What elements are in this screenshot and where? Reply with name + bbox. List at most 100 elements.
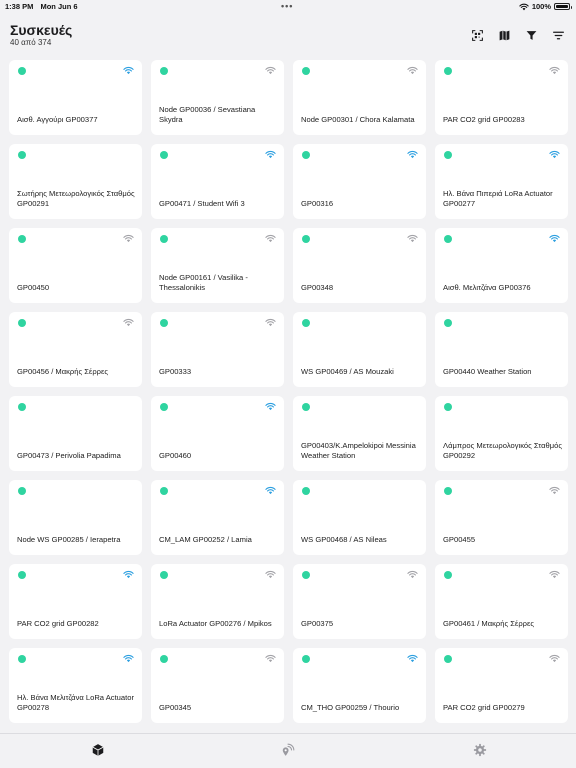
online-status-dot [18,403,26,411]
wifi-strong-icon [265,402,276,411]
qr-scan-icon [471,29,483,41]
device-card[interactable]: GP00403/Κ.Ampelokipoi Messinia Weather S… [293,396,426,471]
device-card[interactable]: GP00471 / Student Wifi 3 [151,144,284,219]
tab-settings[interactable] [473,743,487,757]
device-name: WS GP00468 / AS Nileas [301,535,387,544]
tab-locations[interactable] [281,743,295,757]
device-name: GP00375 [301,619,334,628]
device-name: PAR CO2 grid GP00283 [443,115,525,124]
device-card[interactable]: GP00333 [151,312,284,387]
device-card[interactable]: Node GP00301 / Chora Kalamata [293,60,426,135]
device-card[interactable]: GP00450 [9,228,142,303]
device-card[interactable]: GP00440 Weather Station [435,312,568,387]
device-card[interactable]: Λάμπρος Μετεωρολογικός Σταθμός GP00292 [435,396,568,471]
device-card[interactable]: GP00345 [151,648,284,723]
map-button[interactable] [496,27,512,43]
wifi-weak-icon [549,66,560,75]
device-card[interactable]: PAR CO2 grid GP00282 [9,564,142,639]
online-status-dot [444,151,452,159]
device-name: GP00473 / Perivolia Papadima [17,451,121,460]
online-status-dot [444,655,452,663]
page-title: Συσκευές [10,22,73,38]
online-status-dot [18,235,26,243]
device-name: GP00345 [159,703,192,712]
online-status-dot [160,655,168,663]
device-card[interactable]: PAR CO2 grid GP00283 [435,60,568,135]
device-name: Αισθ. Μελιτζάνα GP00376 [443,283,531,292]
device-card[interactable]: PAR CO2 grid GP00279 [435,648,568,723]
device-card[interactable]: GP00460 [151,396,284,471]
toolbar [469,27,566,43]
online-status-dot [160,151,168,159]
status-bar: 1:38 PM Mon Jun 6 ••• 100% [0,0,576,14]
online-status-dot [444,235,452,243]
device-name: GP00333 [159,367,192,376]
device-name: Ηλ. Βάνα Πιπεριά LoRa Actuator GP00277 [443,189,553,208]
device-card[interactable]: Ηλ. Βάνα Πιπεριά LoRa Actuator GP00277 [435,144,568,219]
online-status-dot [444,487,452,495]
device-card[interactable]: CM_LAM GP00252 / Lamia [151,480,284,555]
wifi-weak-icon [123,318,134,327]
device-name: Node GP00036 / Sevastiana Skydra [159,105,256,124]
device-grid: Αισθ. Αγγούρι GP00377 Node GP00036 / Seva… [9,60,568,733]
wifi-weak-icon [549,486,560,495]
online-status-dot [302,151,310,159]
tab-devices[interactable] [91,743,105,757]
online-status-dot [302,571,310,579]
wifi-strong-icon [265,150,276,159]
device-name: GP00456 / Μακρής Σέρρες [17,367,109,376]
online-status-dot [444,67,452,75]
wifi-strong-icon [407,150,418,159]
device-card[interactable]: Αισθ. Αγγούρι GP00377 [9,60,142,135]
status-date: Mon Jun 6 [40,2,78,11]
device-card[interactable]: GP00348 [293,228,426,303]
device-card[interactable]: GP00456 / Μακρής Σέρρες [9,312,142,387]
online-status-dot [18,151,26,159]
device-card[interactable]: GP00375 [293,564,426,639]
wifi-status-icon [519,3,529,10]
device-card[interactable]: WS GP00469 / AS Mouzaki [293,312,426,387]
device-name: Σωτήρης Μετεωρολογικός Σταθμός GP00291 [17,189,135,208]
filter-icon [526,30,536,40]
device-card[interactable]: WS GP00468 / AS Nileas [293,480,426,555]
online-status-dot [18,319,26,327]
wifi-strong-icon [549,150,560,159]
device-card[interactable]: Σωτήρης Μετεωρολογικός Σταθμός GP00291 [9,144,142,219]
battery-percent: 100% [531,2,551,11]
online-status-dot [160,487,168,495]
device-name: Node GP00301 / Chora Kalamata [301,115,415,124]
device-card[interactable]: GP00316 [293,144,426,219]
wifi-strong-icon [407,654,418,663]
location-signal-icon [282,743,295,756]
status-indicators: 100% [519,2,572,11]
online-status-dot [302,487,310,495]
device-card[interactable]: GP00455 [435,480,568,555]
device-card[interactable]: GP00461 / Μακρής Σέρρες [435,564,568,639]
status-time-date: 1:38 PM Mon Jun 6 [5,2,83,11]
device-card[interactable]: Αισθ. Μελιτζάνα GP00376 [435,228,568,303]
online-status-dot [160,67,168,75]
wifi-weak-icon [265,66,276,75]
sort-button[interactable] [550,27,566,43]
device-name: PAR CO2 grid GP00282 [17,619,99,628]
online-status-dot [302,319,310,327]
device-card[interactable]: LoRa Actuator GP00276 / Mpikos [151,564,284,639]
online-status-dot [18,571,26,579]
device-card[interactable]: Node GP00161 / Vasilika - Thessalonikis [151,228,284,303]
online-status-dot [302,235,310,243]
device-card[interactable]: CM_THO GP00259 / Thourio [293,648,426,723]
device-name: CM_THO GP00259 / Thourio [301,703,400,712]
device-name: GP00348 [301,283,334,292]
wifi-weak-icon [123,234,134,243]
device-card[interactable]: GP00473 / Perivolia Papadima [9,396,142,471]
multitasking-dots-icon[interactable]: ••• [281,1,293,11]
device-card[interactable]: Node GP00036 / Sevastiana Skydra [151,60,284,135]
device-name: PAR CO2 grid GP00279 [443,703,525,712]
device-card[interactable]: Ηλ. Βάνα Μελιτζάνα LoRa Actuator GP00278 [9,648,142,723]
device-name: WS GP00469 / AS Mouzaki [301,367,394,376]
qr-scan-button[interactable] [469,27,485,43]
wifi-weak-icon [265,234,276,243]
filter-button[interactable] [523,27,539,43]
device-card[interactable]: Node WS GP00285 / Ierapetra [9,480,142,555]
online-status-dot [302,655,310,663]
